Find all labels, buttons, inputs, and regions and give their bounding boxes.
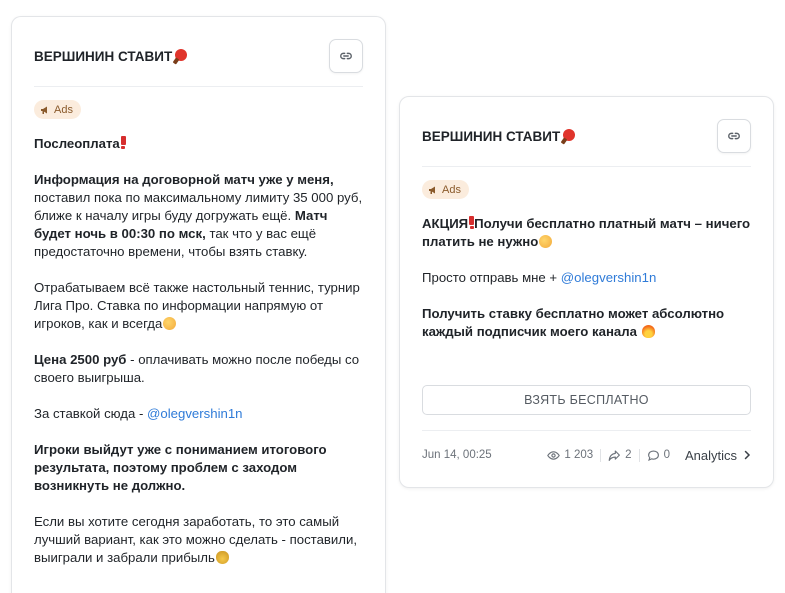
header-divider xyxy=(422,166,751,167)
ok-hand-icon xyxy=(163,317,177,330)
channel-name: ВЕРШИНИН СТАВИТ xyxy=(34,49,188,64)
header-divider xyxy=(34,86,363,87)
ads-badge-label: Ads xyxy=(442,183,461,196)
ads-badge: Ads xyxy=(34,100,81,119)
comments-count: 0 xyxy=(663,449,670,461)
post-paragraph: Игроки выйдут уже с пониманием итогового… xyxy=(34,441,363,495)
money-bag-icon xyxy=(215,551,229,564)
channel-name-text: ВЕРШИНИН СТАВИТ xyxy=(34,48,173,64)
post-paragraph: АКЦИЯ Получи бесплатно платный матч – нич… xyxy=(422,215,751,251)
shares-count: 2 xyxy=(625,449,632,461)
post-text: АКЦИЯ Получи бесплатно платный матч – нич… xyxy=(422,215,751,359)
post-card-right: ВЕРШИНИН СТАВИТ Ads АКЦИЯ Получи бесплатн… xyxy=(399,96,774,488)
post-paragraph: Цена 2500 руб - оплачивать можно после п… xyxy=(34,351,363,387)
ads-badge-label: Ads xyxy=(54,103,73,116)
post-stats: 1 203 2 0 Analytics xyxy=(540,448,751,463)
ping-pong-icon xyxy=(562,129,576,143)
views-stat: 1 203 xyxy=(540,449,600,462)
eye-icon xyxy=(547,450,561,460)
get-free-button[interactable]: ВЗЯТЬ БЕСПЛАТНО xyxy=(422,385,751,415)
post-paragraph: Получить ставку бесплатно может абсолютн… xyxy=(422,305,751,341)
copy-link-button[interactable] xyxy=(717,119,751,153)
comments-stat: 0 xyxy=(638,448,677,462)
post-paragraph: Если вы хотите сегодня заработать, то эт… xyxy=(34,513,363,567)
shares-stat: 2 xyxy=(600,448,638,462)
analytics-link[interactable]: Analytics xyxy=(685,448,751,463)
link-icon xyxy=(728,132,740,140)
channel-name-text: ВЕРШИНИН СТАВИТ xyxy=(422,128,561,144)
comment-icon xyxy=(647,449,659,461)
exclamation-icon xyxy=(120,136,126,149)
ads-badge: Ads xyxy=(422,180,469,199)
username-link[interactable]: @olegvershin1n xyxy=(147,406,243,421)
post-paragraph: Просто отправь мне + @olegvershin1n xyxy=(422,269,751,287)
post-text-span: Просто отправь мне + xyxy=(422,270,561,285)
post-bold-text: АКЦИЯ xyxy=(422,216,469,231)
post-bold-text: Послеоплата xyxy=(34,136,120,151)
copy-link-button[interactable] xyxy=(329,39,363,73)
post-paragraph: Отрабатываем всё также настольный теннис… xyxy=(34,279,363,333)
post-paragraph: Послеоплата xyxy=(34,135,363,153)
post-bold-text: Игроки выйдут уже с пониманием итогового… xyxy=(34,442,327,493)
megaphone-icon xyxy=(429,186,435,194)
post-paragraph: Информация на договорной матч уже у меня… xyxy=(34,171,363,261)
post-text-span: Отрабатываем всё также настольный теннис… xyxy=(34,280,360,331)
views-count: 1 203 xyxy=(564,449,594,461)
post-bold-text: Информация на договорной матч уже у меня… xyxy=(34,172,334,187)
chevron-right-icon xyxy=(744,450,751,460)
post-header: ВЕРШИНИН СТАВИТ xyxy=(422,119,751,153)
post-card-left: ВЕРШИНИН СТАВИТ Ads Послеоплата Информац… xyxy=(11,16,386,593)
share-icon xyxy=(608,449,621,461)
ok-hand-icon xyxy=(539,235,553,248)
post-bold-text: Получить ставку бесплатно может абсолютн… xyxy=(422,306,725,339)
ping-pong-icon xyxy=(174,49,188,63)
post-paragraph: За ставкой сюда - @olegvershin1n xyxy=(34,405,363,423)
channel-name: ВЕРШИНИН СТАВИТ xyxy=(422,129,576,144)
analytics-label: Analytics xyxy=(684,447,737,463)
exclamation-icon xyxy=(469,216,475,229)
post-footer: Jun 14, 00:25 1 203 2 0 Analytics xyxy=(422,445,751,465)
post-bold-text: Цена 2500 руб xyxy=(34,352,127,367)
post-text: Послеоплата Информация на договорной мат… xyxy=(34,135,363,585)
post-text-span: Если вы хотите сегодня заработать, то эт… xyxy=(34,514,358,565)
megaphone-icon xyxy=(41,106,47,114)
post-date: Jun 14, 00:25 xyxy=(422,449,492,461)
post-text-span: За ставкой сюда - xyxy=(34,406,148,421)
footer-divider xyxy=(422,430,751,431)
fire-icon xyxy=(641,325,655,338)
username-link[interactable]: @olegvershin1n xyxy=(561,270,657,285)
link-icon xyxy=(340,52,352,60)
get-free-button-label: ВЗЯТЬ БЕСПЛАТНО xyxy=(524,393,649,407)
post-header: ВЕРШИНИН СТАВИТ xyxy=(34,39,363,73)
